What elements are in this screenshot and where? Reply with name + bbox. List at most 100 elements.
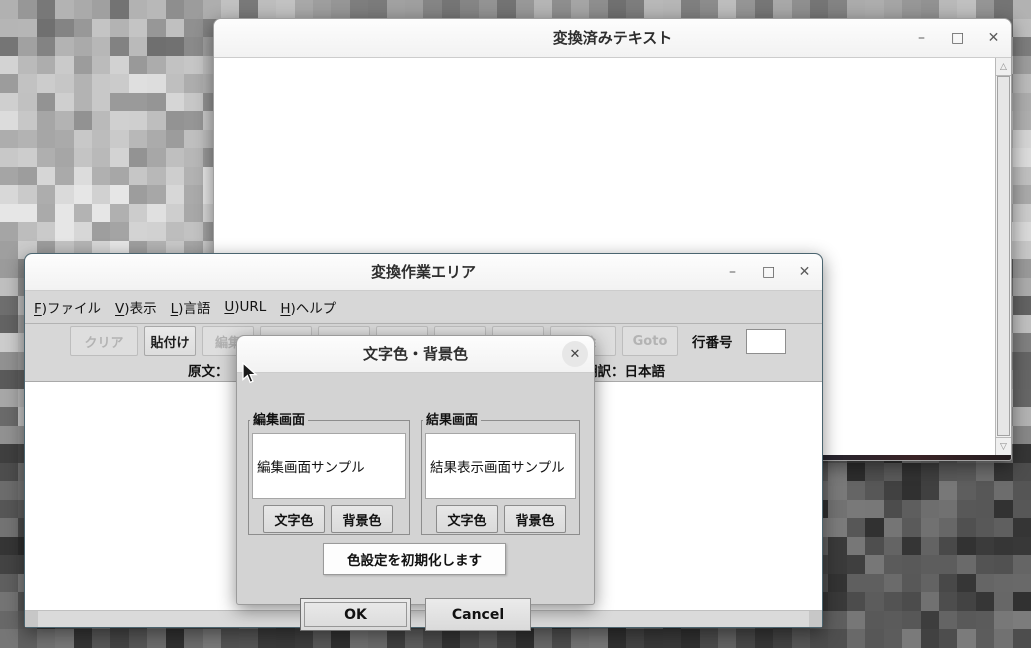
mosaic-cell (18, 185, 36, 204)
mosaic-cell (184, 0, 202, 19)
mosaic-cell (1013, 56, 1031, 75)
mosaic-cell (147, 204, 165, 223)
menu-file[interactable]: F)ファイル (34, 297, 101, 317)
mosaic-cell (792, 0, 810, 19)
scroll-up-icon[interactable]: △ (996, 58, 1011, 76)
minimize-icon[interactable]: – (726, 265, 739, 279)
resize-grip-left[interactable] (25, 611, 38, 627)
mosaic-cell (37, 93, 55, 112)
mosaic-cell (0, 333, 18, 352)
mosaic-cell (313, 629, 331, 648)
result-text-color-button[interactable]: 文字色 (436, 505, 498, 533)
mosaic-cell (884, 481, 902, 500)
resize-grip-right[interactable] (809, 611, 822, 627)
edit-bg-color-button[interactable]: 背景色 (331, 505, 393, 533)
menu-language[interactable]: L)言語 (171, 297, 211, 317)
edit-text-color-button[interactable]: 文字色 (263, 505, 325, 533)
minimize-icon[interactable]: – (915, 31, 928, 45)
mosaic-cell (55, 148, 73, 167)
close-icon[interactable]: ✕ (562, 341, 588, 367)
mosaic-cell (203, 0, 221, 19)
mosaic-cell (0, 185, 18, 204)
work-area-titlebar[interactable]: 変換作業エリア – □ ✕ (25, 254, 822, 291)
mosaic-cell (1013, 241, 1031, 260)
mosaic-cell (166, 222, 184, 241)
close-icon[interactable]: ✕ (987, 31, 1000, 45)
dialog-titlebar[interactable]: 文字色・背景色 ✕ (237, 336, 594, 373)
mosaic-cell (147, 185, 165, 204)
mosaic-cell (663, 629, 681, 648)
mosaic-cell (516, 0, 534, 19)
mosaic-cell (92, 222, 110, 241)
mosaic-cell (884, 537, 902, 556)
result-bg-color-button[interactable]: 背景色 (504, 505, 566, 533)
mosaic-cell (939, 481, 957, 500)
cancel-button[interactable]: Cancel (425, 598, 531, 631)
converted-text-titlebar[interactable]: 変換済みテキスト – □ ✕ (214, 19, 1011, 58)
mosaic-cell (755, 629, 773, 648)
mosaic-cell (884, 592, 902, 611)
mosaic-cell (166, 167, 184, 186)
maximize-icon[interactable]: □ (762, 265, 775, 279)
reset-colors-button[interactable]: 色設定を初期化します (323, 543, 506, 575)
mosaic-cell (902, 629, 920, 648)
mosaic-cell (1013, 204, 1031, 223)
mosaic-cell (37, 111, 55, 130)
mosaic-cell (313, 0, 331, 19)
mosaic-cell (828, 574, 846, 593)
mosaic-cell (184, 111, 202, 130)
mosaic-cell (865, 500, 883, 519)
mosaic-cell (810, 629, 828, 648)
mosaic-cell (939, 518, 957, 537)
mosaic-cell (939, 592, 957, 611)
mosaic-cell (1013, 555, 1031, 574)
mosaic-cell (92, 185, 110, 204)
mosaic-cell (1013, 315, 1031, 334)
mosaic-cell (0, 463, 18, 482)
mosaic-cell (847, 574, 865, 593)
mosaic-cell (976, 463, 994, 482)
mosaic-cell (387, 0, 405, 19)
mosaic-cell (1013, 407, 1031, 426)
menu-url[interactable]: U)URL (224, 299, 266, 315)
mosaic-cell (0, 241, 18, 260)
scroll-down-icon[interactable]: ▽ (996, 437, 1011, 455)
menu-help[interactable]: H)ヘルプ (280, 297, 336, 317)
mosaic-cell (718, 629, 736, 648)
mosaic-cell (18, 19, 36, 38)
menu-view[interactable]: V)表示 (115, 297, 157, 317)
mosaic-cell (129, 629, 147, 648)
mosaic-cell (552, 629, 570, 648)
mosaic-cell (74, 148, 92, 167)
mosaic-cell (110, 19, 128, 38)
maximize-icon[interactable]: □ (951, 31, 964, 45)
mosaic-cell (368, 629, 386, 648)
mosaic-cell (74, 111, 92, 130)
mosaic-cell (184, 629, 202, 648)
mosaic-cell (1013, 389, 1031, 408)
edit-screen-legend: 編集画面 (250, 412, 308, 429)
mosaic-cell (37, 185, 55, 204)
mosaic-cell (1013, 130, 1031, 149)
scrollbar-thumb[interactable] (997, 76, 1010, 436)
mosaic-cell (0, 481, 18, 500)
line-number-label: 行番号 (692, 331, 733, 351)
mosaic-cell (902, 0, 920, 19)
mosaic-cell (110, 74, 128, 93)
mosaic-cell (976, 629, 994, 648)
close-icon[interactable]: ✕ (798, 265, 811, 279)
mosaic-cell (55, 93, 73, 112)
ok-button[interactable]: OK (300, 598, 411, 631)
mosaic-cell (681, 0, 699, 19)
mosaic-cell (55, 204, 73, 223)
vertical-scrollbar[interactable]: △ ▽ (995, 58, 1011, 455)
mosaic-cell (626, 629, 644, 648)
mosaic-cell (865, 611, 883, 630)
line-number-input[interactable] (746, 329, 786, 354)
mosaic-cell (92, 204, 110, 223)
mosaic-cell (37, 56, 55, 75)
mosaic-cell (129, 130, 147, 149)
mosaic-cell (608, 629, 626, 648)
paste-button[interactable]: 貼付け (144, 326, 196, 356)
mosaic-cell (147, 19, 165, 38)
